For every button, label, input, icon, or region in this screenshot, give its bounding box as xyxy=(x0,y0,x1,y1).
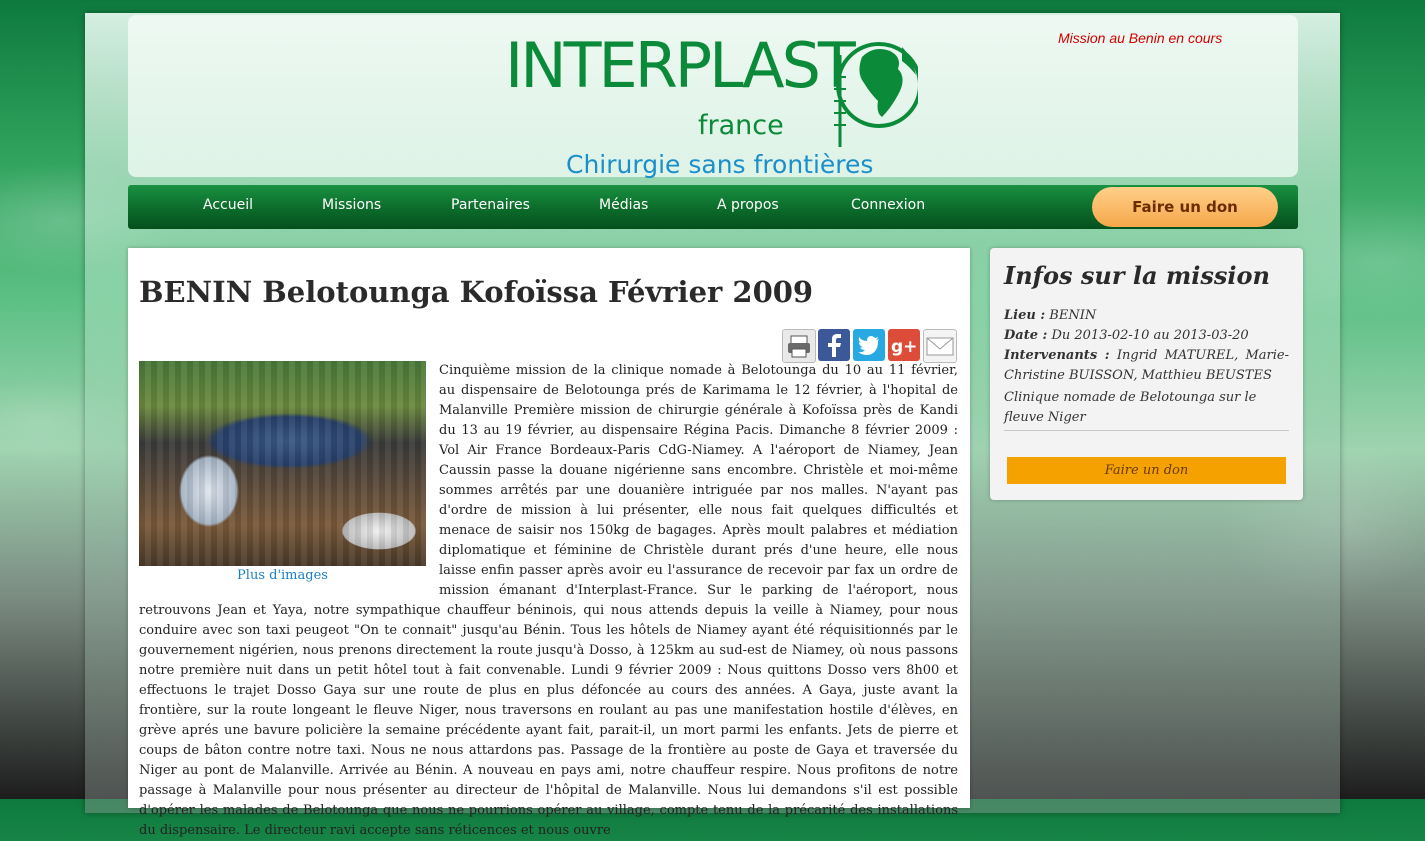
sidebar-divider xyxy=(1004,430,1289,431)
photo-spacer xyxy=(139,361,439,597)
mission-status-banner[interactable]: Mission au Benin en cours xyxy=(1058,30,1222,46)
nav-medias[interactable]: Médias xyxy=(599,197,648,213)
nav-a-propos[interactable]: A propos xyxy=(717,197,779,213)
lieu-label: Lieu : xyxy=(1004,308,1046,323)
nav-connexion[interactable]: Connexion xyxy=(851,197,925,213)
email-icon[interactable] xyxy=(923,329,957,363)
donate-button-sidebar[interactable]: Faire un don xyxy=(1007,457,1286,484)
google-plus-icon[interactable]: g+ xyxy=(888,329,920,361)
lieu-value: BENIN xyxy=(1049,308,1097,323)
mission-description: Clinique nomade de Belotounga sur le fle… xyxy=(1004,390,1257,425)
date-label: Date : xyxy=(1004,328,1048,343)
logo-wordmark: INTERPLAST xyxy=(505,29,856,102)
intervenants-label: Intervenants : xyxy=(1004,348,1110,363)
lieu-row: Lieu : BENIN xyxy=(1004,306,1289,326)
sidebar-title: Infos sur la mission xyxy=(1004,261,1270,290)
main-navigation: Accueil Missions Partenaires Médias A pr… xyxy=(128,185,1298,229)
logo-word-inter: INTER xyxy=(505,29,678,102)
logo-tagline: Chirurgie sans frontières xyxy=(566,150,874,179)
facebook-icon[interactable] xyxy=(818,329,850,361)
article-title: BENIN Belotounga Kofoïssa Février 2009 xyxy=(139,275,814,309)
date-value: Du 2013-02-10 au 2013-03-20 xyxy=(1051,328,1249,343)
nav-partenaires[interactable]: Partenaires xyxy=(451,197,530,213)
logo-word-plast: PLAST xyxy=(674,29,856,102)
article-body: Cinquième mission de la clinique nomade … xyxy=(139,361,958,841)
site-logo[interactable]: INTERPLAST france Chirurgie sans frontiè… xyxy=(505,17,920,179)
print-icon[interactable] xyxy=(782,329,816,363)
date-row: Date : Du 2013-02-10 au 2013-03-20 xyxy=(1004,326,1289,346)
mission-details: Lieu : BENIN Date : Du 2013-02-10 au 201… xyxy=(1004,306,1289,428)
globe-icon xyxy=(834,42,918,147)
mission-info-sidebar: Infos sur la mission Lieu : BENIN Date :… xyxy=(990,248,1303,500)
intervenants-row: Intervenants : Ingrid MATUREL, Marie-Chr… xyxy=(1004,346,1289,386)
donate-button-header[interactable]: Faire un don xyxy=(1092,187,1278,227)
nav-accueil[interactable]: Accueil xyxy=(203,197,253,213)
twitter-icon[interactable] xyxy=(853,329,885,361)
logo-subtitle: france xyxy=(698,110,784,141)
svg-text:g+: g+ xyxy=(891,337,917,357)
nav-missions[interactable]: Missions xyxy=(322,197,381,213)
article-panel: BENIN Belotounga Kofoïssa Février 2009 g… xyxy=(128,248,970,838)
